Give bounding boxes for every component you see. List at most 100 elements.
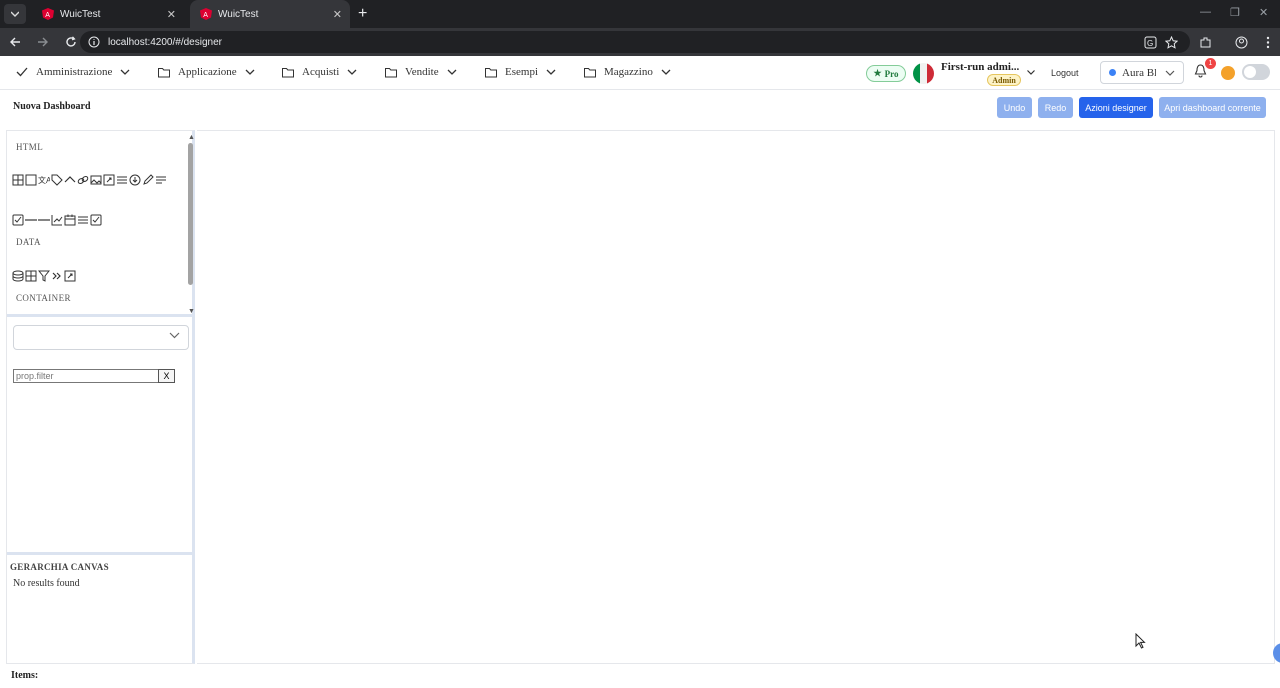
- chevron-down-icon: [546, 69, 556, 75]
- scroll-down-icon[interactable]: ▼: [188, 307, 195, 315]
- designer-actions-button[interactable]: Azioni designer: [1079, 97, 1153, 118]
- check-icon: [16, 67, 28, 77]
- address-bar[interactable]: localhost:4200/#/designer: [80, 31, 1190, 53]
- component-select[interactable]: [13, 325, 189, 350]
- svg-text:G: G: [1147, 39, 1153, 48]
- bookmark-star-icon[interactable]: [1161, 32, 1181, 52]
- browser-tabbar: A WuicTest ✕ A WuicTest ✕ + — ❐ ✕: [0, 0, 1280, 28]
- scroll-up-icon[interactable]: ▲: [188, 133, 195, 141]
- menu-applicazione[interactable]: Applicazione: [158, 66, 255, 78]
- italian-flag-icon[interactable]: [913, 63, 934, 84]
- svg-text:文A: 文A: [38, 175, 50, 185]
- divider-icon[interactable]: [38, 214, 50, 226]
- role-badge: Admin: [987, 74, 1021, 86]
- prop-filter-clear-button[interactable]: X: [158, 369, 175, 383]
- browser-tab-2[interactable]: A WuicTest ✕: [190, 0, 350, 28]
- link-icon[interactable]: [77, 174, 89, 186]
- reload-icon[interactable]: [60, 31, 82, 53]
- chevron-down-icon: [447, 69, 457, 75]
- extensions-icon[interactable]: [1195, 32, 1215, 52]
- menu-label: Amministrazione: [36, 66, 113, 78]
- menu-label: Esempi: [505, 66, 538, 78]
- open-dashboard-button[interactable]: Apri dashboard corrente: [1159, 97, 1266, 118]
- chevron-down-icon: [1165, 70, 1175, 76]
- folder-icon: [485, 67, 497, 77]
- chevron-down-icon: [120, 69, 130, 75]
- designer-canvas[interactable]: [197, 130, 1275, 664]
- close-icon[interactable]: ✕: [333, 8, 342, 21]
- window-close-icon[interactable]: ✕: [1259, 6, 1268, 19]
- text-align-icon[interactable]: [155, 174, 167, 186]
- filter-icon[interactable]: [38, 270, 50, 282]
- url-text: localhost:4200/#/designer: [108, 36, 222, 48]
- undo-button[interactable]: Undo: [997, 97, 1032, 118]
- prop-filter-input[interactable]: prop.filter: [13, 369, 159, 383]
- palette-scrollbar[interactable]: ▲ ▼: [187, 131, 195, 317]
- menu-label: Applicazione: [178, 66, 237, 78]
- checkbox-icon[interactable]: [12, 214, 24, 226]
- pencil-icon[interactable]: [142, 174, 154, 186]
- back-icon[interactable]: [4, 31, 26, 53]
- user-name[interactable]: First-run admi...: [941, 61, 1019, 73]
- mouse-cursor-icon: [1135, 633, 1146, 649]
- table-icon[interactable]: [12, 174, 24, 186]
- menu-acquisti[interactable]: Acquisti: [282, 66, 357, 78]
- expand-icon[interactable]: [64, 270, 76, 282]
- chevron-down-icon[interactable]: [1027, 70, 1035, 75]
- redo-button[interactable]: Redo: [1038, 97, 1073, 118]
- palette-section-data: DATA: [16, 237, 41, 247]
- browser-menu-icon[interactable]: [1258, 32, 1278, 52]
- html-components-row-2: [12, 214, 102, 226]
- menu-magazzino[interactable]: Magazzino: [584, 66, 671, 78]
- menu-esempi[interactable]: Esempi: [485, 66, 556, 78]
- square-icon[interactable]: [25, 174, 37, 186]
- divider-icon[interactable]: [25, 214, 37, 226]
- dark-mode-toggle[interactable]: [1242, 64, 1270, 80]
- translate-icon[interactable]: 文A: [38, 174, 50, 186]
- menu-amministrazione[interactable]: Amministrazione: [16, 66, 130, 78]
- palette-section-html: HTML: [16, 142, 44, 152]
- menu-vendite[interactable]: Vendite: [385, 66, 457, 78]
- minimize-icon[interactable]: —: [1200, 6, 1211, 18]
- tag-icon[interactable]: [51, 174, 63, 186]
- logout-link[interactable]: Logout: [1051, 68, 1079, 78]
- svg-text:A: A: [45, 12, 50, 19]
- chart-icon[interactable]: [51, 214, 63, 226]
- restore-icon[interactable]: ❐: [1230, 6, 1240, 19]
- image-expand-icon[interactable]: [103, 174, 115, 186]
- pro-badge[interactable]: ★ Pro: [866, 65, 906, 82]
- list-icon[interactable]: [116, 174, 128, 186]
- forward-icon[interactable]: [32, 31, 54, 53]
- html-components: 文A: [12, 174, 167, 186]
- tab-search-button[interactable]: [4, 4, 26, 24]
- image-icon[interactable]: [90, 174, 102, 186]
- chevron-up-icon[interactable]: [64, 174, 76, 186]
- angular-logo-icon: A: [200, 8, 212, 20]
- palette-section-container: CONTAINER: [16, 293, 71, 303]
- profile-icon[interactable]: [1231, 32, 1251, 52]
- grid-icon[interactable]: [25, 270, 37, 282]
- hierarchy-title: GERARCHIA CANVAS: [10, 562, 109, 572]
- list-icon[interactable]: [77, 214, 89, 226]
- theme-select[interactable]: Aura Blue: [1100, 61, 1184, 84]
- app-menubar: Amministrazione Applicazione Acquisti Ve…: [0, 58, 1280, 90]
- browser-tab-1[interactable]: A WuicTest ✕: [32, 0, 184, 28]
- calendar-icon[interactable]: [64, 214, 76, 226]
- cookie-icon[interactable]: [1221, 66, 1235, 80]
- dashboard-title: Nuova Dashboard: [13, 101, 91, 112]
- close-icon[interactable]: ✕: [167, 8, 176, 21]
- site-info-icon: [88, 36, 100, 48]
- chevron-down-icon: [661, 69, 671, 75]
- database-icon[interactable]: [12, 270, 24, 282]
- hierarchy-empty-text: No results found: [13, 578, 80, 589]
- new-tab-icon[interactable]: +: [358, 5, 367, 23]
- scroll-thumb[interactable]: [188, 143, 193, 285]
- double-chevron-right-icon[interactable]: [51, 270, 63, 282]
- menu-label: Magazzino: [604, 66, 653, 78]
- canvas-hierarchy: GERARCHIA CANVAS No results found: [7, 552, 192, 665]
- folder-icon: [282, 67, 294, 77]
- component-palette: HTML 文A DATA CONTAINER ▲ ▼: [7, 131, 195, 317]
- download-circle-icon[interactable]: [129, 174, 141, 186]
- translate-icon[interactable]: G: [1140, 32, 1160, 52]
- checkbox-icon[interactable]: [90, 214, 102, 226]
